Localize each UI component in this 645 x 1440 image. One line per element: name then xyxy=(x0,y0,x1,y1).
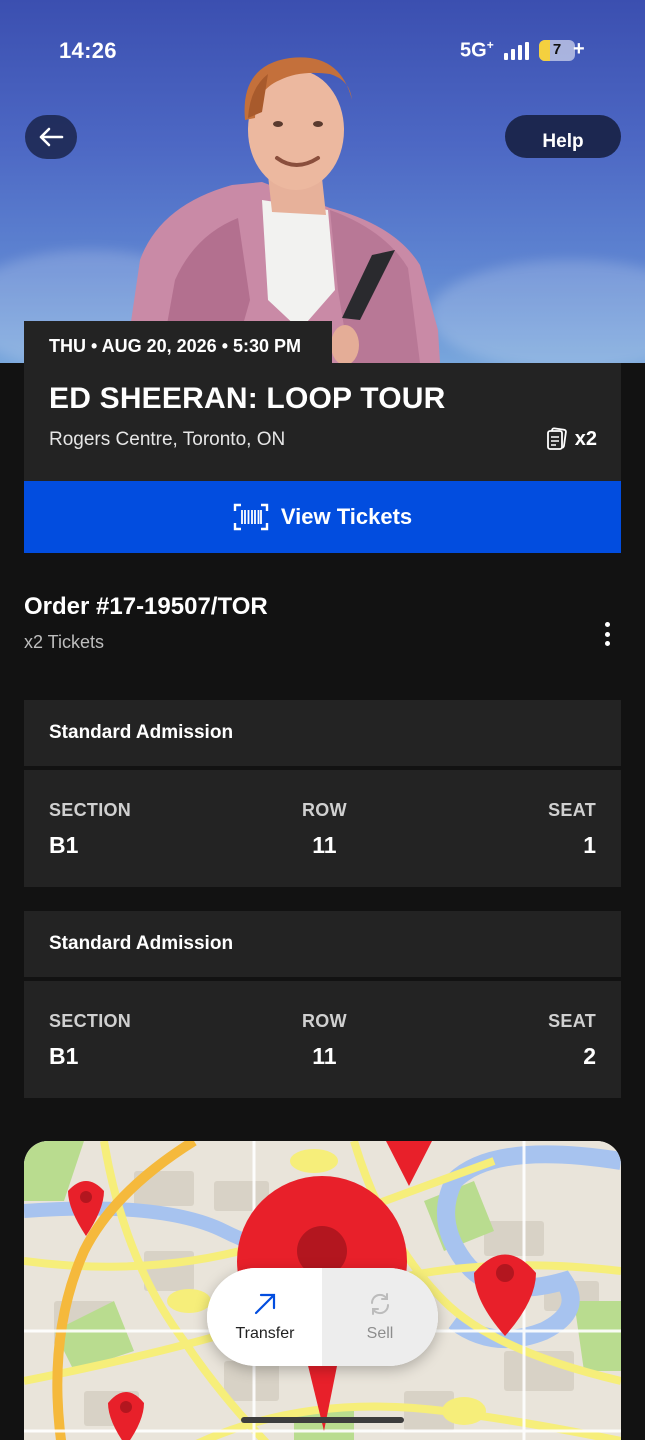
section-label: SECTION xyxy=(49,1011,132,1031)
arrow-up-right-icon xyxy=(254,1293,276,1315)
view-tickets-button[interactable]: View Tickets xyxy=(24,481,621,553)
row-value: 11 xyxy=(312,1043,337,1069)
section-value: B1 xyxy=(49,1043,79,1069)
ticket-count-badge: x2 xyxy=(545,427,597,451)
charging-indicator: + xyxy=(573,38,585,60)
ticket-actions: Transfer Sell xyxy=(207,1268,438,1366)
refresh-icon xyxy=(370,1293,390,1315)
ticket-admission-type: Standard Admission xyxy=(24,700,621,766)
seat-label: SEAT xyxy=(548,800,596,820)
ticket-admission-type: Standard Admission xyxy=(24,911,621,977)
section-column: SECTION B1 xyxy=(49,800,131,859)
event-date: THU • AUG 20, 2026 • 5:30 PM xyxy=(24,321,332,366)
network-indicator: 5G+ xyxy=(460,38,494,63)
row-label: ROW xyxy=(302,800,347,820)
seat-column: SEAT 2 xyxy=(548,1011,596,1070)
section-label: SECTION xyxy=(49,800,132,820)
transfer-label: Transfer xyxy=(235,1325,295,1342)
network-label: 5G xyxy=(460,39,487,62)
event-venue: Rogers Centre, Toronto, ON xyxy=(49,429,286,450)
ticket-stack-icon xyxy=(546,427,567,450)
back-button[interactable] xyxy=(25,115,77,159)
transfer-button[interactable]: Transfer xyxy=(207,1268,323,1366)
section-value: B1 xyxy=(49,832,79,858)
row-label: ROW xyxy=(302,1011,347,1031)
status-time: 14:26 xyxy=(59,38,117,63)
arrow-left-icon xyxy=(39,127,64,147)
order-number: Order #17-19507/TOR xyxy=(24,593,268,620)
event-card: ED SHEERAN: LOOP TOUR Rogers Centre, Tor… xyxy=(24,363,621,481)
view-tickets-label: View Tickets xyxy=(280,504,413,529)
ticket-count: x2 xyxy=(574,427,597,450)
network-sup: + xyxy=(486,38,494,52)
home-indicator[interactable] xyxy=(241,1417,404,1423)
seat-value: 1 xyxy=(583,832,596,858)
row-value: 11 xyxy=(312,832,337,858)
battery-level: 7 xyxy=(552,41,562,58)
row-column: ROW 11 xyxy=(302,800,347,859)
row-column: ROW 11 xyxy=(302,1011,347,1070)
sell-label: Sell xyxy=(366,1325,394,1342)
event-title: ED SHEERAN: LOOP TOUR xyxy=(49,382,446,415)
sell-button[interactable]: Sell xyxy=(322,1268,438,1366)
status-bar: 14:26 5G+ 7 + xyxy=(0,0,645,100)
signal-icon xyxy=(504,42,532,60)
order-ticket-count: x2 Tickets xyxy=(24,632,105,652)
more-vertical-icon[interactable] xyxy=(596,619,618,649)
section-column: SECTION B1 xyxy=(49,1011,131,1070)
battery-icon: 7 xyxy=(539,40,575,61)
seat-value: 2 xyxy=(583,1043,596,1069)
seat-column: SEAT 1 xyxy=(548,800,596,859)
help-label: Help xyxy=(542,131,584,152)
barcode-scan-icon xyxy=(233,503,269,531)
ticket-seat-info: SECTION B1 ROW 11 SEAT 1 xyxy=(24,770,621,887)
help-button[interactable]: Help xyxy=(505,115,621,158)
ticket-seat-info: SECTION B1 ROW 11 SEAT 2 xyxy=(24,981,621,1098)
seat-label: SEAT xyxy=(548,1011,596,1031)
